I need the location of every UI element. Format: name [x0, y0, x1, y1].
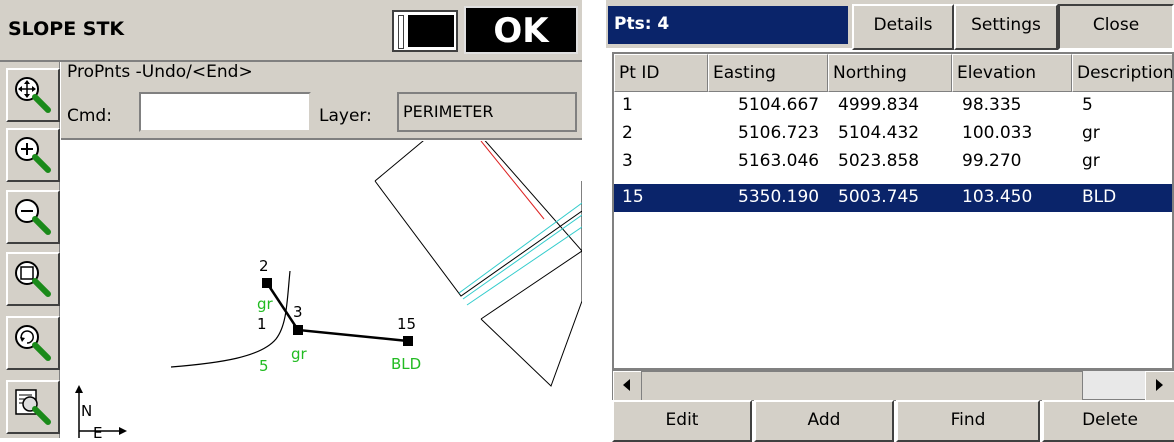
cmd-label: Cmd: — [67, 106, 112, 126]
easting-cell: 5104.667 — [738, 95, 820, 115]
easting-cell: 5106.723 — [738, 123, 820, 143]
ok-button[interactable]: OK — [464, 6, 578, 54]
zoom-extents-button[interactable] — [6, 68, 60, 122]
easting-cell: 5163.046 — [738, 151, 820, 171]
zoom-previous-icon — [15, 325, 51, 361]
zoom-in-button[interactable] — [6, 128, 60, 182]
scroll-right-button[interactable] — [1145, 371, 1174, 401]
table-row-selected[interactable]: 15 5350.190 5003.745 103.450 BLD — [614, 184, 1172, 212]
scroll-left-button[interactable] — [613, 371, 643, 401]
chevron-right-icon — [1156, 379, 1163, 391]
north-east-indicator: N E — [75, 385, 127, 438]
close-button[interactable]: Close — [1058, 4, 1174, 50]
find-button[interactable]: Find — [896, 400, 1040, 442]
points-window: Pts: 4 Details Settings Close Pt ID East… — [606, 0, 1174, 442]
layer-field[interactable]: PERIMETER — [397, 92, 577, 132]
map-toolbar — [0, 62, 60, 438]
map-canvas[interactable]: 2 gr 1 3 gr 15 BLD 5 N E — [61, 141, 582, 438]
point-label: 3 — [293, 303, 303, 321]
pt-id-cell: 2 — [622, 123, 633, 143]
point-marker[interactable] — [293, 325, 303, 335]
points-count: Pts: 4 — [608, 6, 848, 44]
elevation-cell: 103.450 — [962, 187, 1033, 207]
column-header[interactable]: Pt ID — [614, 54, 708, 92]
pt-id-cell: 1 — [622, 95, 633, 115]
command-panel: ProPnts -Undo/<End> Cmd: Layer: PERIMETE… — [61, 62, 582, 140]
line-label: 5 — [259, 357, 269, 375]
elevation-cell: 99.270 — [962, 151, 1022, 171]
northing-cell: 4999.834 — [838, 95, 920, 115]
column-header[interactable]: Description — [1072, 54, 1172, 92]
table-row[interactable]: 2 5106.723 5104.432 100.033 gr — [614, 120, 1172, 148]
point-marker[interactable] — [262, 278, 272, 288]
zoom-previous-button[interactable] — [6, 316, 60, 370]
north-label: N — [81, 402, 92, 420]
description-cell: gr — [1082, 123, 1100, 143]
zoom-out-button[interactable] — [6, 190, 60, 244]
building-outline — [374, 141, 582, 387]
ground-line — [170, 270, 291, 368]
title-bar: SLOPE STK OK — [0, 0, 582, 62]
point-desc-label: BLD — [391, 355, 421, 373]
east-label: E — [93, 424, 102, 438]
zoom-window-button[interactable] — [6, 252, 60, 306]
column-header[interactable]: Easting — [708, 54, 828, 92]
map-settings-button[interactable] — [6, 380, 60, 434]
description-cell: 5 — [1082, 95, 1093, 115]
table-row[interactable]: 3 5163.046 5023.858 99.270 gr — [614, 148, 1172, 176]
column-header[interactable]: Elevation — [952, 54, 1072, 92]
zoom-window-icon — [15, 261, 51, 297]
map-window: SLOPE STK OK ProPnts -Undo/<End> Cmd: La… — [0, 0, 582, 438]
northing-cell: 5104.432 — [838, 123, 920, 143]
keyboard-icon[interactable] — [392, 10, 458, 52]
points-title-bar: Pts: 4 Details Settings Close — [606, 0, 1174, 50]
map-settings-icon — [15, 389, 51, 425]
pt-id-cell: 15 — [622, 187, 644, 207]
point-desc-label: gr — [257, 295, 274, 313]
cmd-input[interactable] — [139, 92, 311, 132]
column-header[interactable]: Northing — [828, 54, 952, 92]
window-title: SLOPE STK — [8, 18, 125, 40]
horizontal-scrollbar[interactable] — [612, 370, 1174, 401]
northing-cell: 5023.858 — [838, 151, 920, 171]
layer-label: Layer: — [319, 106, 372, 126]
elevation-cell: 98.335 — [962, 95, 1022, 115]
point-desc-label: gr — [291, 345, 308, 363]
points-table: Pt ID Easting Northing Elevation Descrip… — [612, 52, 1174, 370]
scroll-thumb[interactable] — [641, 371, 1083, 401]
table-row[interactable]: 1 5104.667 4999.834 98.335 5 — [614, 92, 1172, 120]
point-label: 2 — [259, 257, 269, 275]
details-button[interactable]: Details — [852, 4, 954, 50]
point-note-label: 1 — [257, 315, 267, 333]
delete-button[interactable]: Delete — [1042, 400, 1174, 442]
point-label: 15 — [397, 315, 416, 333]
edit-button[interactable]: Edit — [612, 400, 752, 442]
zoom-extents-icon — [15, 77, 51, 113]
pt-id-cell: 3 — [622, 151, 633, 171]
command-prompt: ProPnts -Undo/<End> — [67, 62, 253, 82]
settings-button[interactable]: Settings — [954, 4, 1058, 50]
point-marker[interactable] — [403, 336, 413, 346]
description-cell: gr — [1082, 151, 1100, 171]
northing-cell: 5003.745 — [838, 187, 920, 207]
elevation-cell: 100.033 — [962, 123, 1033, 143]
add-button[interactable]: Add — [754, 400, 894, 442]
zoom-out-icon — [15, 199, 51, 235]
chevron-left-icon — [623, 379, 630, 391]
description-cell: BLD — [1082, 187, 1117, 207]
zoom-in-icon — [15, 137, 51, 173]
easting-cell: 5350.190 — [738, 187, 820, 207]
